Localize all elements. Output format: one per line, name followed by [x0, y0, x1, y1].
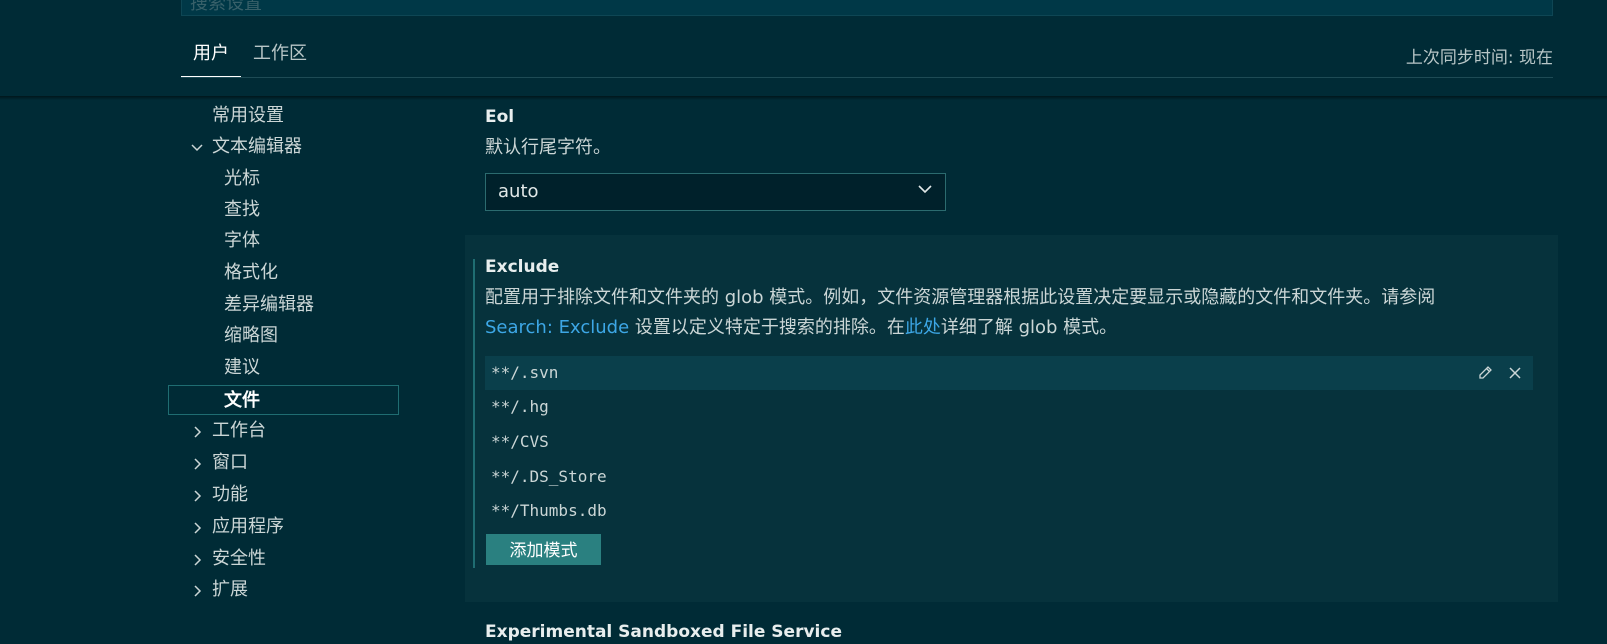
pattern-text: **/Thumbs.db — [491, 501, 607, 520]
search-exclude-link[interactable]: Search: Exclude — [485, 317, 629, 338]
chevron-down-icon — [918, 185, 932, 194]
toc-item-window[interactable]: 窗口 — [212, 448, 248, 478]
chevron-right-icon[interactable] — [190, 545, 204, 575]
list-item[interactable]: **/CVS — [485, 425, 1533, 459]
sync-status: 上次同步时间: 现在 — [1405, 48, 1553, 68]
close-icon[interactable] — [1507, 365, 1523, 381]
desc-text: 设置以定义特定于搜索的排除。在 — [629, 317, 905, 338]
chevron-right-icon[interactable] — [190, 513, 204, 543]
pattern-text: **/.DS_Store — [491, 467, 607, 486]
toc-item-workbench[interactable]: 工作台 — [212, 416, 266, 446]
toc-item-font[interactable]: 字体 — [224, 226, 260, 256]
toc-item-extensions[interactable]: 扩展 — [212, 575, 248, 605]
eol-select-value: auto — [498, 181, 539, 202]
toc-item-security[interactable]: 安全性 — [212, 544, 266, 574]
chevron-down-icon[interactable] — [190, 133, 204, 163]
toc-item-files[interactable]: 文件 — [168, 385, 399, 415]
chevron-right-icon[interactable] — [190, 417, 204, 447]
tabs-divider — [181, 77, 1553, 78]
search-input[interactable]: 搜索设置 ☰ — [181, 0, 1553, 16]
list-item[interactable]: **/Thumbs.db — [485, 494, 1533, 528]
header-shadow — [0, 96, 1607, 100]
list-item[interactable]: **/.svn — [485, 356, 1533, 390]
pattern-text: **/.hg — [491, 397, 549, 416]
desc-text: 详细了解 glob 模式。 — [940, 317, 1118, 338]
toc-item-formatting[interactable]: 格式化 — [224, 258, 278, 288]
setting-desc-eol: 默认行尾字符。 — [485, 137, 611, 158]
toc-item-minimap[interactable]: 缩略图 — [224, 321, 278, 351]
tab-user[interactable]: 用户 — [181, 40, 241, 78]
toc-item-find[interactable]: 查找 — [224, 195, 260, 225]
eol-select[interactable]: auto — [485, 173, 946, 211]
glob-help-link[interactable]: 此处 — [905, 317, 941, 338]
filter-icon[interactable]: ☰ — [1519, 0, 1532, 3]
search-placeholder: 搜索设置 — [190, 0, 262, 14]
list-item[interactable]: **/.hg — [485, 390, 1533, 424]
chevron-right-icon[interactable] — [190, 481, 204, 511]
settings-editor: 搜索设置 ☰ 用户 工作区 上次同步时间: 现在 常用设置 文本编辑器 光标 查… — [0, 0, 1607, 644]
modified-indicator — [473, 259, 475, 568]
toc-item-cursor[interactable]: 光标 — [224, 164, 260, 194]
tab-workspace[interactable]: 工作区 — [253, 40, 307, 76]
pattern-text: **/.svn — [491, 363, 559, 382]
setting-title-eol: Eol — [485, 107, 515, 127]
toc-item-application[interactable]: 应用程序 — [212, 512, 284, 542]
setting-title-sandboxed-file-service: Experimental Sandboxed File Service — [485, 622, 842, 642]
edit-icon[interactable] — [1477, 365, 1493, 381]
desc-text: 配置用于排除文件和文件夹的 glob 模式。例如，文件资源管理器根据此设置决定要… — [485, 287, 1436, 308]
toc-item-suggestions[interactable]: 建议 — [224, 353, 260, 383]
pattern-text: **/CVS — [491, 432, 549, 451]
chevron-right-icon[interactable] — [190, 449, 204, 479]
toc-item-diff-editor[interactable]: 差异编辑器 — [224, 290, 314, 320]
toc-item-features[interactable]: 功能 — [212, 480, 248, 510]
setting-title-exclude: Exclude — [485, 257, 560, 277]
toc-item-common[interactable]: 常用设置 — [212, 101, 284, 131]
setting-desc-exclude: 配置用于排除文件和文件夹的 glob 模式。例如，文件资源管理器根据此设置决定要… — [485, 283, 1545, 343]
add-pattern-button[interactable]: 添加模式 — [486, 534, 601, 565]
list-item[interactable]: **/.DS_Store — [485, 460, 1533, 494]
settings-header: 搜索设置 ☰ 用户 工作区 上次同步时间: 现在 — [0, 0, 1607, 97]
chevron-right-icon[interactable] — [190, 576, 204, 606]
toc-item-text-editor[interactable]: 文本编辑器 — [212, 132, 302, 162]
